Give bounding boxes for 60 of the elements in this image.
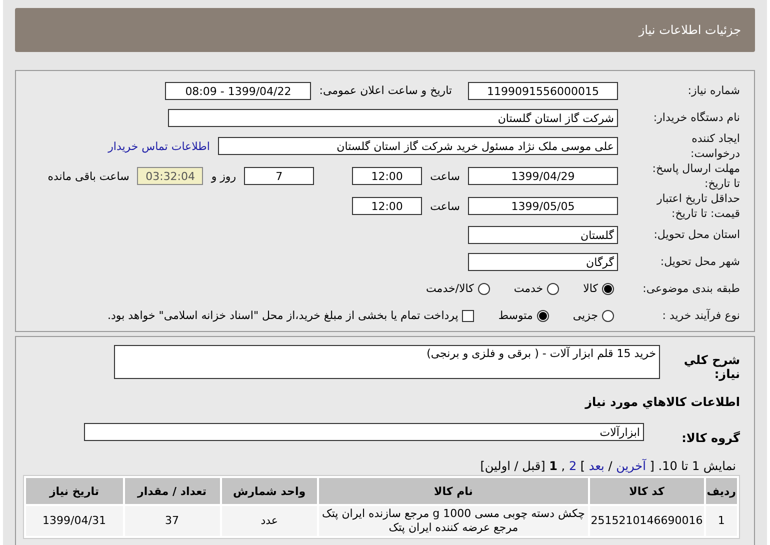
text-field[interactable]: 12:00	[352, 167, 422, 185]
text-field[interactable]: گلستان	[468, 226, 618, 244]
text-field[interactable]: 7	[244, 167, 314, 185]
text-field[interactable]: 1399/04/29	[468, 167, 618, 185]
field-label: حداقل تاریخ اعتبار قیمت: تا تاریخ:	[656, 191, 740, 221]
text-field[interactable]: علی موسی ملک نژاد مسئول خرید شرکت گاز استان گلستان	[218, 137, 618, 155]
field-label: ساعت	[430, 200, 460, 212]
page-link[interactable]: بعد	[588, 459, 604, 473]
field-label: شرح کلي نياز:	[682, 352, 740, 381]
text-field[interactable]: 12:00	[352, 197, 422, 215]
radio-button[interactable]	[536, 310, 549, 322]
column-header: کد کالا	[590, 478, 704, 504]
column-header: تعداد / مقدار	[124, 478, 220, 504]
field-label: ساعت باقی مانده	[48, 170, 130, 182]
radio-button[interactable]	[602, 310, 614, 322]
text-field[interactable]: 1399/05/05	[468, 197, 618, 215]
table-cell: 2515210146690016	[590, 506, 704, 536]
radio-button[interactable]	[478, 282, 490, 294]
radio-button[interactable]	[547, 282, 560, 294]
text-area[interactable]: خرید 15 قلم ابزار آلات - ( برقی و فلزی و برنجی)	[114, 345, 660, 379]
text-field[interactable]: 1399/04/22 - 08:09	[165, 82, 312, 100]
checkbox[interactable]	[462, 310, 474, 322]
table-cell: 37	[124, 506, 220, 536]
radio-button[interactable]	[602, 282, 614, 294]
section-heading: اطلاعات كالاهاي مورد نياز	[584, 394, 741, 411]
column-header: نام کالا	[319, 478, 588, 504]
table-cell: 1399/04/31	[26, 506, 123, 536]
field-label: نوع فرآیند خرید :	[661, 308, 740, 323]
buyer-contact-link[interactable]: اطلاعات تماس خریدار	[108, 140, 210, 152]
option-label: متوسط	[498, 309, 533, 322]
page-title: جزئیات اطلاعات نیاز	[638, 23, 741, 37]
table-cell: چکش دسته چوبی مسی 1000 g مرجع سازنده ایران پتک مرجع عرضه کننده ایران پتک	[319, 506, 588, 536]
field-label: نام دستگاه خریدار:	[652, 110, 740, 125]
text-field[interactable]: 1199091556000015	[468, 82, 618, 100]
page-link[interactable]: آخرین	[616, 459, 646, 473]
column-header: واحد شمارش	[222, 478, 318, 504]
option-label: خدمت	[514, 282, 544, 295]
field-label: ایجاد کننده درخواست:	[690, 131, 740, 161]
field-label: استان محل تحویل:	[652, 227, 740, 242]
column-header: تاریخ نیاز	[26, 478, 123, 504]
field-label: شماره نیاز:	[686, 83, 740, 98]
field-label: ساعت	[430, 170, 460, 182]
table-cell: 1	[706, 506, 737, 536]
text-field[interactable]: گرگان	[468, 252, 618, 270]
text-field[interactable]: شرکت گاز استان گلستان	[168, 108, 618, 126]
field-label: گروه کالا:	[680, 430, 740, 445]
column-header: ردیف	[706, 478, 737, 504]
text-field[interactable]: ابزارآلات	[84, 423, 644, 441]
option-label: کالا/خدمت	[426, 282, 474, 295]
field-label: مهلت ارسال پاسخ: تا تاریخ:	[651, 161, 740, 191]
option-label: جزیی	[572, 309, 598, 322]
page-link[interactable]: 2	[568, 459, 577, 473]
field-label: شهر محل تحویل:	[659, 254, 740, 269]
table-cell: عدد	[222, 506, 318, 536]
checkbox-label: پرداخت تمام یا بخشی از مبلغ خرید،از محل "اسناد خزانه اسلامی" خواهد بود.	[108, 309, 458, 322]
option-label: کالا	[583, 282, 598, 295]
field-label: طبقه بندی موضوعی:	[642, 281, 740, 296]
countdown-field: 03:32:04	[137, 167, 204, 185]
field-label: روز و	[211, 170, 236, 182]
field-label: تاریخ و ساعت اعلان عمومی:	[319, 84, 452, 97]
